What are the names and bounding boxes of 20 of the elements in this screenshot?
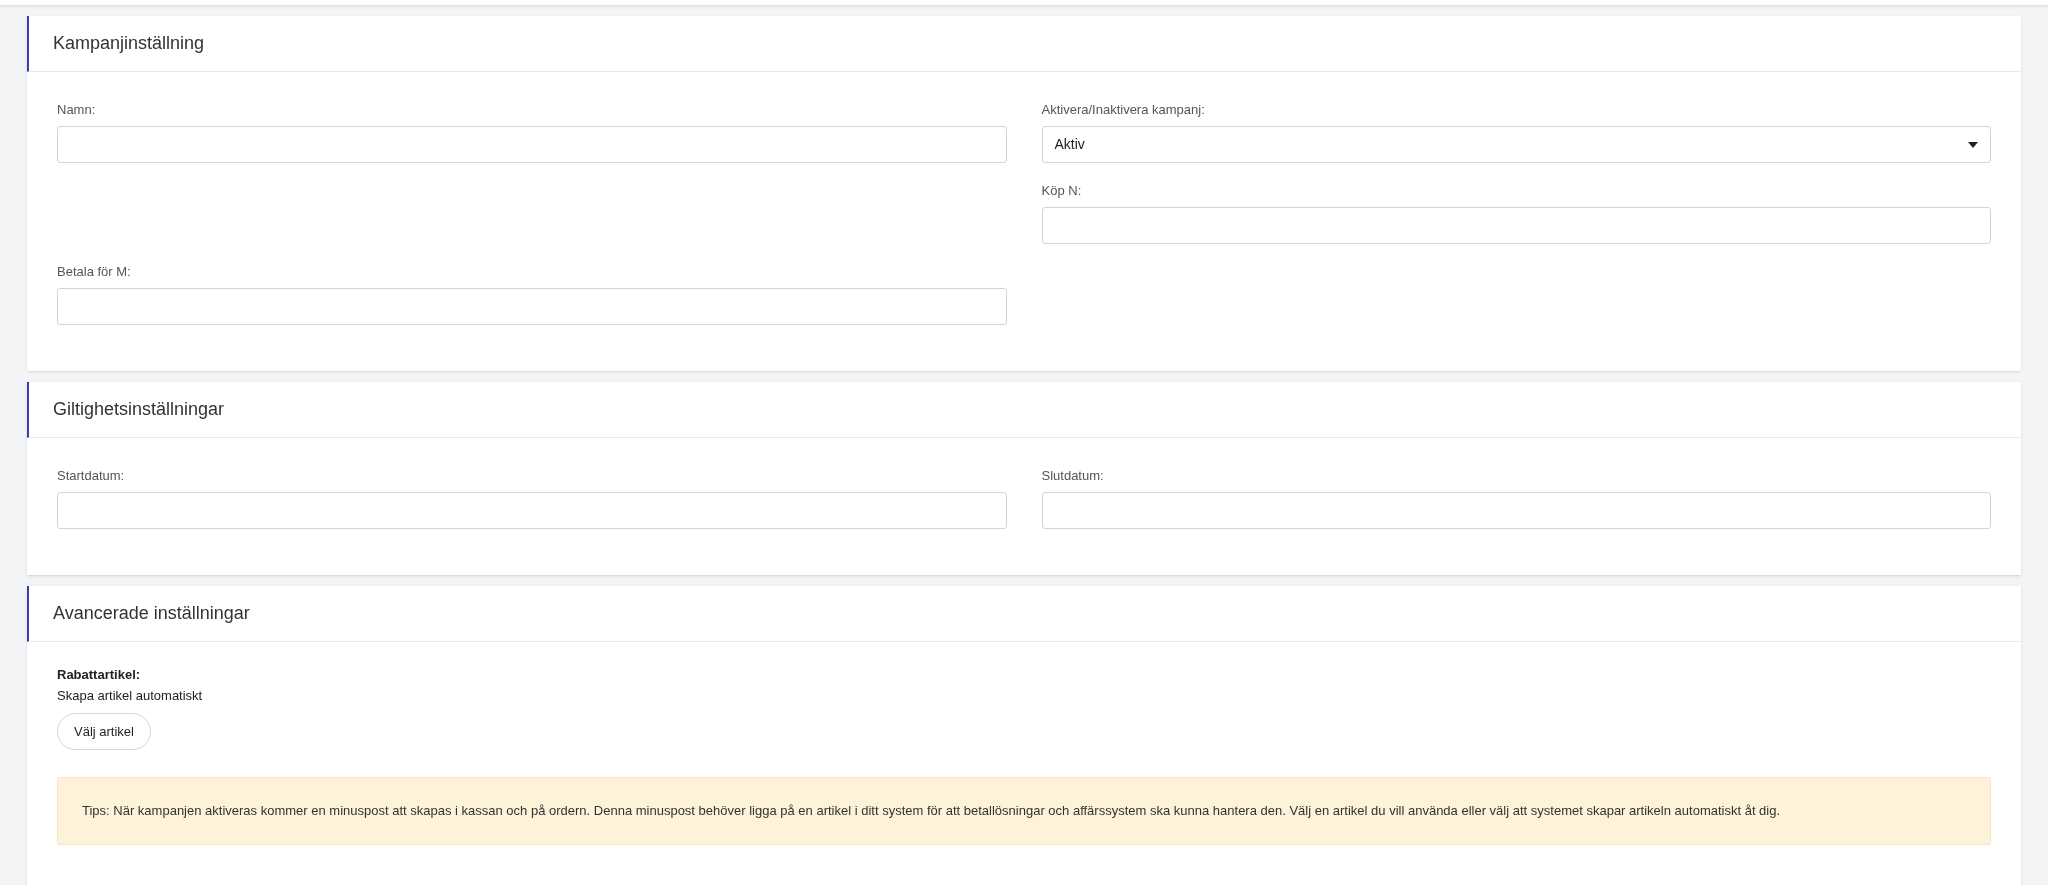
status-dropdown[interactable]: Aktiv [1041, 126, 1991, 163]
section-title: Avancerade inställningar [53, 602, 250, 625]
input-field[interactable] [57, 288, 1007, 325]
choose-article-button[interactable]: Välj artikel [57, 713, 151, 750]
input-field[interactable] [1041, 492, 1991, 529]
article-value: Skapa artikel automatiskt [57, 687, 203, 705]
input-field[interactable] [1041, 207, 1991, 244]
field-label: Rabattartikel: [57, 666, 141, 684]
tip-box: Tips: När kampanjen aktiveras kommer en minuspost att skapas i kassan och på ordern. Denna minuspost behöver ligga på en artikel i ditt system för att betallösningar och affärssystem ska kunna hantera den. Välj en artikel du vill använda eller välj att systemet skapar artikeln automatiskt åt dig. [57, 777, 1991, 845]
field-label: Slutdatum: [1041, 468, 1105, 484]
field-label: Namn: [57, 102, 97, 118]
field-label: Köp N: [1041, 183, 1083, 199]
input-field[interactable] [57, 492, 1007, 529]
section-title: Kampanjinställning [53, 32, 205, 55]
caret-icon [1968, 141, 1978, 148]
input-field[interactable] [57, 126, 1007, 163]
field-label: Startdatum: [57, 468, 126, 484]
field-label: Betala för M: [57, 264, 132, 280]
field-label: Aktivera/Inaktivera kampanj: [1041, 102, 1206, 118]
section-title: Giltighetsinställningar [53, 398, 225, 421]
